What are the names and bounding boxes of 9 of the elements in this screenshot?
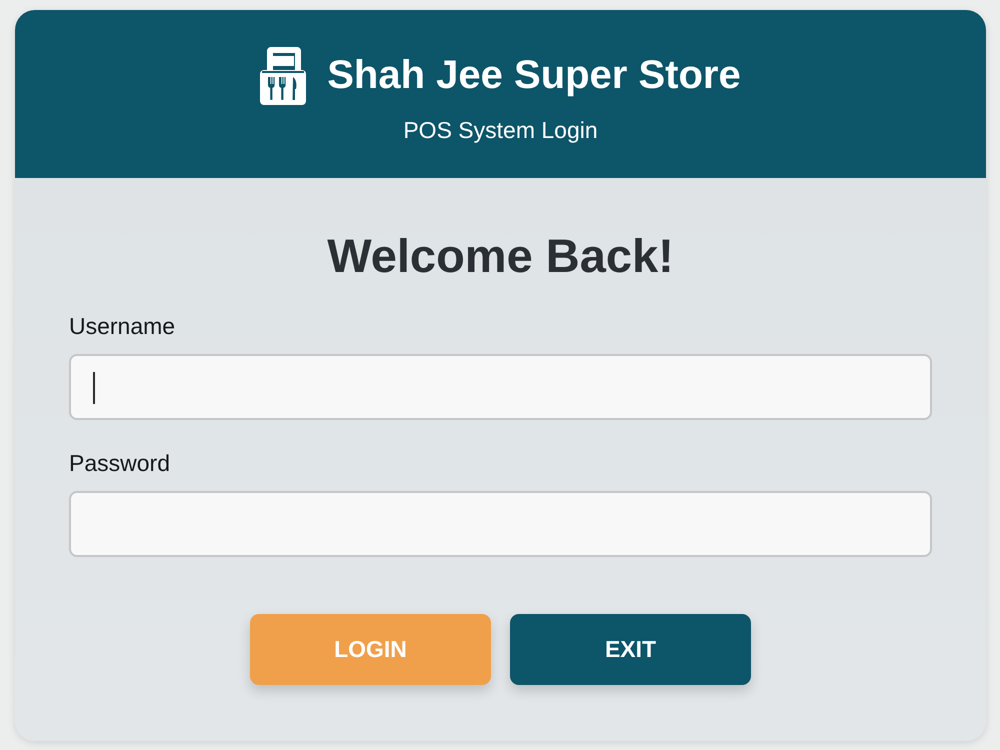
input-field[interactable] [69,354,932,420]
input-field[interactable] [69,491,932,557]
welcome-heading: Welcome Back! [327,228,674,283]
field-label: Password [69,450,170,477]
shopping-bag-cutlery-icon [260,45,306,105]
field-label: Username [69,313,176,340]
login-subtitle: POS System Login [403,117,598,144]
exit-button[interactable]: EXIT [510,614,751,685]
store-title: Shah Jee Super Store [327,52,741,98]
